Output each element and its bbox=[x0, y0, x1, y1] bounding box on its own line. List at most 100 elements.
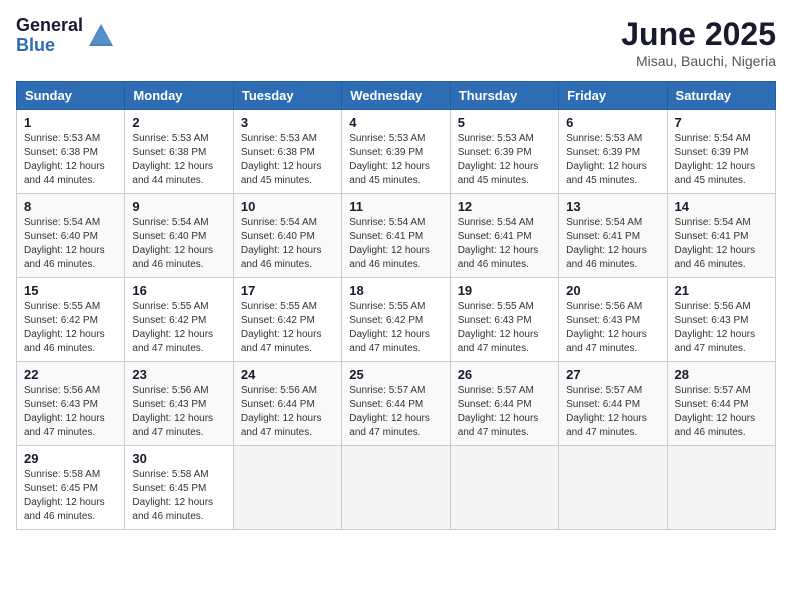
day-info: Sunrise: 5:54 AM Sunset: 6:41 PM Dayligh… bbox=[566, 216, 659, 272]
calendar-day-17: 17 Sunrise: 5:55 AM Sunset: 6:42 PM Dayli… bbox=[233, 278, 341, 362]
empty-cell bbox=[667, 446, 775, 530]
day-info: Sunrise: 5:57 AM Sunset: 6:44 PM Dayligh… bbox=[675, 384, 768, 440]
day-number: 2 bbox=[132, 115, 225, 130]
calendar-day-15: 15 Sunrise: 5:55 AM Sunset: 6:42 PM Dayli… bbox=[17, 278, 125, 362]
day-info: Sunrise: 5:53 AM Sunset: 6:38 PM Dayligh… bbox=[132, 132, 225, 188]
empty-cell bbox=[342, 446, 450, 530]
day-info: Sunrise: 5:54 AM Sunset: 6:40 PM Dayligh… bbox=[24, 216, 117, 272]
day-info: Sunrise: 5:55 AM Sunset: 6:42 PM Dayligh… bbox=[132, 300, 225, 356]
col-header-monday: Monday bbox=[125, 82, 233, 110]
day-number: 17 bbox=[241, 283, 334, 298]
logo-general: General bbox=[16, 16, 83, 36]
day-info: Sunrise: 5:54 AM Sunset: 6:40 PM Dayligh… bbox=[241, 216, 334, 272]
day-number: 20 bbox=[566, 283, 659, 298]
calendar-day-10: 10Sunrise: 5:54 AM Sunset: 6:40 PM Dayli… bbox=[233, 194, 341, 278]
calendar-row-4: 22 Sunrise: 5:56 AM Sunset: 6:43 PM Dayli… bbox=[17, 362, 776, 446]
day-number: 25 bbox=[349, 367, 442, 382]
calendar-day-18: 18Sunrise: 5:55 AM Sunset: 6:42 PM Dayli… bbox=[342, 278, 450, 362]
day-number: 24 bbox=[241, 367, 334, 382]
day-number: 11 bbox=[349, 199, 442, 214]
empty-cell bbox=[233, 446, 341, 530]
day-info: Sunrise: 5:57 AM Sunset: 6:44 PM Dayligh… bbox=[349, 384, 442, 440]
logo-text: General Blue bbox=[16, 16, 83, 56]
col-header-tuesday: Tuesday bbox=[233, 82, 341, 110]
logo-blue: Blue bbox=[16, 36, 83, 56]
calendar-day-6: 6 Sunrise: 5:53 AM Sunset: 6:39 PM Daylig… bbox=[559, 110, 667, 194]
calendar-row-1: 1Sunrise: 5:53 AM Sunset: 6:38 PM Daylig… bbox=[17, 110, 776, 194]
day-number: 14 bbox=[675, 199, 768, 214]
day-number: 21 bbox=[675, 283, 768, 298]
calendar-day-12: 12Sunrise: 5:54 AM Sunset: 6:41 PM Dayli… bbox=[450, 194, 558, 278]
day-number: 16 bbox=[132, 283, 225, 298]
logo-icon bbox=[87, 22, 115, 50]
calendar-day-7: 7 Sunrise: 5:54 AM Sunset: 6:39 PM Daylig… bbox=[667, 110, 775, 194]
day-info: Sunrise: 5:55 AM Sunset: 6:42 PM Dayligh… bbox=[241, 300, 334, 356]
calendar-row-2: 8Sunrise: 5:54 AM Sunset: 6:40 PM Daylig… bbox=[17, 194, 776, 278]
calendar-day-28: 28 Sunrise: 5:57 AM Sunset: 6:44 PM Dayli… bbox=[667, 362, 775, 446]
calendar-row-5: 29Sunrise: 5:58 AM Sunset: 6:45 PM Dayli… bbox=[17, 446, 776, 530]
day-number: 3 bbox=[241, 115, 334, 130]
col-header-sunday: Sunday bbox=[17, 82, 125, 110]
day-number: 19 bbox=[458, 283, 551, 298]
day-number: 9 bbox=[132, 199, 225, 214]
day-info: Sunrise: 5:54 AM Sunset: 6:41 PM Dayligh… bbox=[349, 216, 442, 272]
day-number: 29 bbox=[24, 451, 117, 466]
calendar-day-24: 24 Sunrise: 5:56 AM Sunset: 6:44 PM Dayli… bbox=[233, 362, 341, 446]
day-info: Sunrise: 5:53 AM Sunset: 6:39 PM Dayligh… bbox=[349, 132, 442, 188]
day-number: 30 bbox=[132, 451, 225, 466]
day-number: 12 bbox=[458, 199, 551, 214]
calendar-day-2: 2 Sunrise: 5:53 AM Sunset: 6:38 PM Daylig… bbox=[125, 110, 233, 194]
day-number: 28 bbox=[675, 367, 768, 382]
calendar-day-19: 19 Sunrise: 5:55 AM Sunset: 6:43 PM Dayli… bbox=[450, 278, 558, 362]
day-number: 22 bbox=[24, 367, 117, 382]
calendar-day-8: 8Sunrise: 5:54 AM Sunset: 6:40 PM Daylig… bbox=[17, 194, 125, 278]
month-title: June 2025 bbox=[621, 16, 776, 53]
calendar-day-1: 1Sunrise: 5:53 AM Sunset: 6:38 PM Daylig… bbox=[17, 110, 125, 194]
title-block: June 2025 Misau, Bauchi, Nigeria bbox=[621, 16, 776, 69]
calendar-day-13: 13 Sunrise: 5:54 AM Sunset: 6:41 PM Dayli… bbox=[559, 194, 667, 278]
calendar-table: SundayMondayTuesdayWednesdayThursdayFrid… bbox=[16, 81, 776, 530]
calendar-row-3: 15 Sunrise: 5:55 AM Sunset: 6:42 PM Dayli… bbox=[17, 278, 776, 362]
day-number: 7 bbox=[675, 115, 768, 130]
logo: General Blue bbox=[16, 16, 115, 56]
calendar-day-23: 23Sunrise: 5:56 AM Sunset: 6:43 PM Dayli… bbox=[125, 362, 233, 446]
day-number: 15 bbox=[24, 283, 117, 298]
col-header-saturday: Saturday bbox=[667, 82, 775, 110]
location: Misau, Bauchi, Nigeria bbox=[621, 53, 776, 69]
day-number: 18 bbox=[349, 283, 442, 298]
col-header-wednesday: Wednesday bbox=[342, 82, 450, 110]
calendar-day-20: 20 Sunrise: 5:56 AM Sunset: 6:43 PM Dayli… bbox=[559, 278, 667, 362]
empty-cell bbox=[450, 446, 558, 530]
calendar-day-30: 30Sunrise: 5:58 AM Sunset: 6:45 PM Dayli… bbox=[125, 446, 233, 530]
day-info: Sunrise: 5:53 AM Sunset: 6:39 PM Dayligh… bbox=[458, 132, 551, 188]
day-info: Sunrise: 5:53 AM Sunset: 6:38 PM Dayligh… bbox=[24, 132, 117, 188]
calendar-day-3: 3 Sunrise: 5:53 AM Sunset: 6:38 PM Daylig… bbox=[233, 110, 341, 194]
calendar-day-16: 16 Sunrise: 5:55 AM Sunset: 6:42 PM Dayli… bbox=[125, 278, 233, 362]
day-info: Sunrise: 5:56 AM Sunset: 6:44 PM Dayligh… bbox=[241, 384, 334, 440]
day-number: 4 bbox=[349, 115, 442, 130]
day-info: Sunrise: 5:53 AM Sunset: 6:38 PM Dayligh… bbox=[241, 132, 334, 188]
day-number: 6 bbox=[566, 115, 659, 130]
day-info: Sunrise: 5:55 AM Sunset: 6:42 PM Dayligh… bbox=[24, 300, 117, 356]
col-header-thursday: Thursday bbox=[450, 82, 558, 110]
calendar-day-22: 22 Sunrise: 5:56 AM Sunset: 6:43 PM Dayli… bbox=[17, 362, 125, 446]
day-info: Sunrise: 5:56 AM Sunset: 6:43 PM Dayligh… bbox=[675, 300, 768, 356]
day-number: 23 bbox=[132, 367, 225, 382]
day-info: Sunrise: 5:55 AM Sunset: 6:43 PM Dayligh… bbox=[458, 300, 551, 356]
calendar-day-9: 9 Sunrise: 5:54 AM Sunset: 6:40 PM Daylig… bbox=[125, 194, 233, 278]
day-info: Sunrise: 5:53 AM Sunset: 6:39 PM Dayligh… bbox=[566, 132, 659, 188]
day-info: Sunrise: 5:54 AM Sunset: 6:40 PM Dayligh… bbox=[132, 216, 225, 272]
calendar-day-4: 4 Sunrise: 5:53 AM Sunset: 6:39 PM Daylig… bbox=[342, 110, 450, 194]
day-number: 13 bbox=[566, 199, 659, 214]
day-info: Sunrise: 5:57 AM Sunset: 6:44 PM Dayligh… bbox=[566, 384, 659, 440]
day-info: Sunrise: 5:54 AM Sunset: 6:41 PM Dayligh… bbox=[675, 216, 768, 272]
calendar-day-25: 25 Sunrise: 5:57 AM Sunset: 6:44 PM Dayli… bbox=[342, 362, 450, 446]
day-info: Sunrise: 5:57 AM Sunset: 6:44 PM Dayligh… bbox=[458, 384, 551, 440]
calendar-day-5: 5Sunrise: 5:53 AM Sunset: 6:39 PM Daylig… bbox=[450, 110, 558, 194]
day-info: Sunrise: 5:56 AM Sunset: 6:43 PM Dayligh… bbox=[566, 300, 659, 356]
calendar-day-11: 11 Sunrise: 5:54 AM Sunset: 6:41 PM Dayli… bbox=[342, 194, 450, 278]
calendar-day-26: 26Sunrise: 5:57 AM Sunset: 6:44 PM Dayli… bbox=[450, 362, 558, 446]
day-info: Sunrise: 5:54 AM Sunset: 6:39 PM Dayligh… bbox=[675, 132, 768, 188]
day-info: Sunrise: 5:56 AM Sunset: 6:43 PM Dayligh… bbox=[24, 384, 117, 440]
empty-cell bbox=[559, 446, 667, 530]
